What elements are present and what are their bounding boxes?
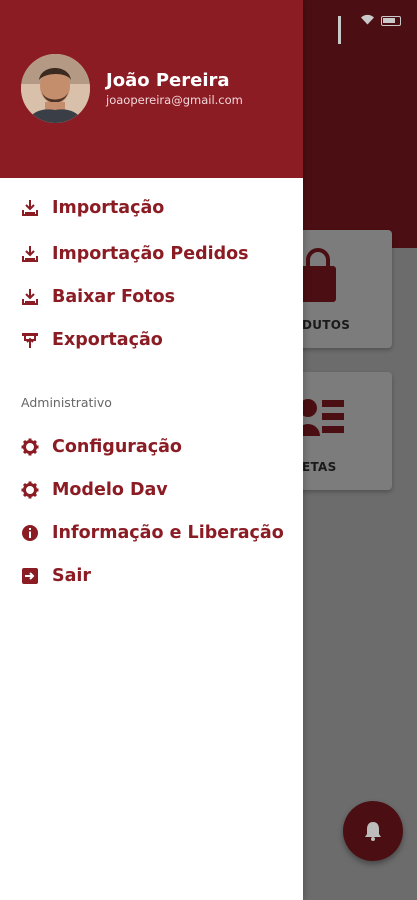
section-title-administrativo: Administrativo (21, 395, 112, 410)
download-tray-icon (21, 288, 39, 306)
download-tray-icon (21, 199, 39, 217)
menu-item-exportacao[interactable]: Exportação (0, 320, 303, 360)
menu-item-importacao[interactable]: Importação (0, 188, 303, 228)
menu-item-label: Sair (52, 566, 92, 586)
menu-item-label: Importação (52, 198, 165, 218)
lists-card-label: ETAS (302, 460, 337, 474)
exit-icon (21, 567, 39, 585)
navigation-drawer: João Pereira joaopereira@gmail.com Impor… (0, 0, 303, 900)
bell-icon (365, 822, 381, 841)
avatar[interactable] (21, 54, 90, 123)
download-tray-icon (21, 245, 39, 263)
wifi-icon (360, 14, 375, 28)
battery-icon (381, 16, 401, 26)
gear-icon (21, 438, 39, 456)
signal-icon (338, 15, 354, 44)
upload-icon (21, 331, 39, 349)
menu-item-sair[interactable]: Sair (0, 556, 303, 596)
gear-icon (21, 481, 39, 499)
menu-item-label: Baixar Fotos (52, 287, 176, 307)
menu-item-importacao-pedidos[interactable]: Importação Pedidos (0, 234, 303, 274)
info-icon (21, 524, 39, 542)
shopping-bag-icon (300, 248, 336, 302)
user-name: João Pereira (106, 70, 230, 91)
menu-item-label: Modelo Dav (52, 480, 168, 500)
list-person-icon (296, 399, 344, 436)
menu-item-configuracao[interactable]: Configuração (0, 427, 303, 467)
menu-item-label: Configuração (52, 437, 182, 457)
menu-item-label: Informação e Liberação (52, 523, 284, 543)
notification-button[interactable] (343, 801, 403, 861)
status-bar (338, 14, 401, 44)
menu-item-modelo-dav[interactable]: Modelo Dav (0, 470, 303, 510)
user-email: joaopereira@gmail.com (106, 93, 243, 107)
menu-item-baixar-fotos[interactable]: Baixar Fotos (0, 277, 303, 317)
avatar-photo (21, 54, 90, 123)
products-card-label: DUTOS (302, 318, 351, 332)
menu-item-label: Importação Pedidos (52, 244, 249, 264)
drawer-header: João Pereira joaopereira@gmail.com (0, 0, 303, 178)
menu-item-informacao-liberacao[interactable]: Informação e Liberação (0, 513, 303, 553)
menu-item-label: Exportação (52, 330, 163, 350)
